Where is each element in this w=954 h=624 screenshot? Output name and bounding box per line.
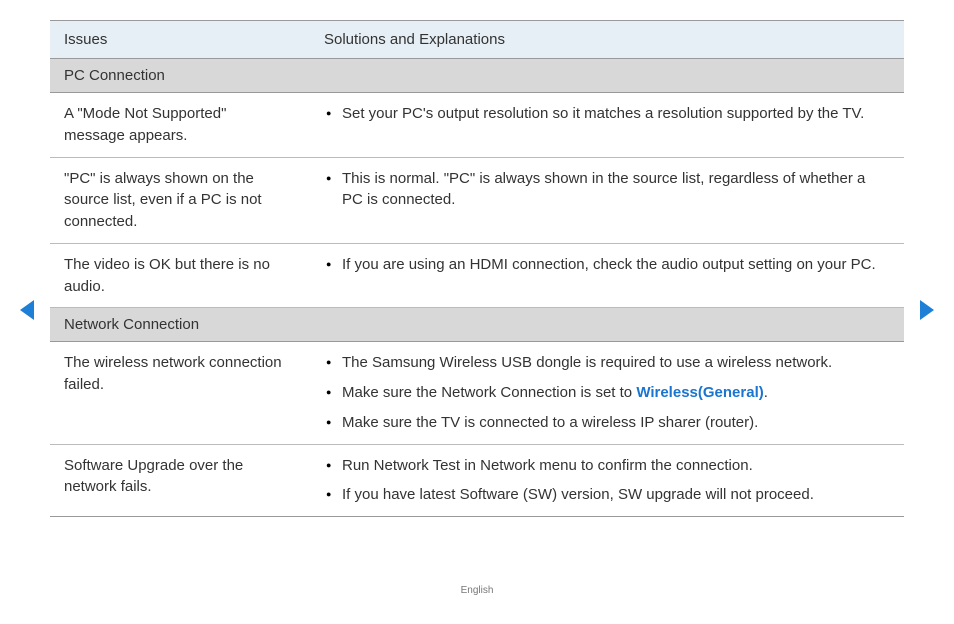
solution-item: Set your PC's output resolution so it ma… bbox=[342, 103, 890, 125]
issue-cell: Software Upgrade over the network fails. bbox=[50, 444, 310, 517]
page-language: English bbox=[0, 585, 954, 596]
solution-item: Make sure the TV is connected to a wirel… bbox=[342, 412, 890, 434]
solution-item: If you have latest Software (SW) version… bbox=[342, 484, 890, 506]
solution-cell: This is normal. "PC" is always shown in … bbox=[310, 157, 904, 243]
solution-item: If you are using an HDMI connection, che… bbox=[342, 254, 890, 276]
section-header: PC Connection bbox=[50, 59, 904, 93]
solution-item: Make sure the Network Connection is set … bbox=[342, 382, 890, 404]
solution-cell: The Samsung Wireless USB dongle is requi… bbox=[310, 342, 904, 444]
issue-cell: A "Mode Not Supported" message appears. bbox=[50, 93, 310, 158]
solution-cell: Run Network Test in Network menu to conf… bbox=[310, 444, 904, 517]
section-header: Network Connection bbox=[50, 308, 904, 342]
solution-item: This is normal. "PC" is always shown in … bbox=[342, 168, 890, 212]
solution-cell: Set your PC's output resolution so it ma… bbox=[310, 93, 904, 158]
solution-item: The Samsung Wireless USB dongle is requi… bbox=[342, 352, 890, 374]
issue-cell: "PC" is always shown on the source list,… bbox=[50, 157, 310, 243]
header-solutions: Solutions and Explanations bbox=[310, 21, 904, 59]
issue-cell: The video is OK but there is no audio. bbox=[50, 243, 310, 308]
troubleshooting-table: Issues Solutions and Explanations PC Con… bbox=[50, 20, 904, 517]
issue-cell: The wireless network connection failed. bbox=[50, 342, 310, 444]
solution-cell: If you are using an HDMI connection, che… bbox=[310, 243, 904, 308]
inline-link[interactable]: Wireless(General) bbox=[636, 384, 763, 401]
solution-item: Run Network Test in Network menu to conf… bbox=[342, 455, 890, 477]
header-issues: Issues bbox=[50, 21, 310, 59]
